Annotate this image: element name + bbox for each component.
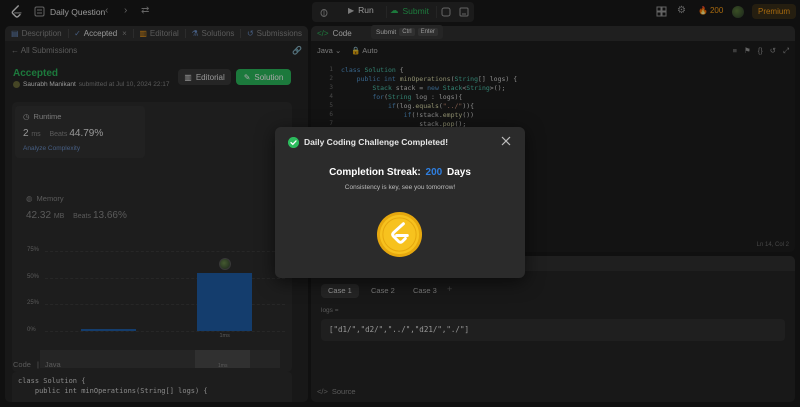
streak-label: Completion Streak: [329, 167, 421, 178]
dialog-title: Daily Coding Challenge Completed! [304, 137, 449, 147]
close-icon[interactable] [500, 135, 512, 147]
completion-streak: Completion Streak: 200 Days [275, 167, 525, 178]
streak-unit: Days [447, 167, 471, 178]
dialog-subtitle: Consistency is key, see you tomorrow! [344, 184, 456, 191]
check-circle-icon [288, 137, 299, 148]
completion-dialog: Daily Coding Challenge Completed! Comple… [275, 127, 525, 278]
leetcode-coin-icon [376, 211, 423, 258]
streak-value: 200 [425, 167, 443, 178]
